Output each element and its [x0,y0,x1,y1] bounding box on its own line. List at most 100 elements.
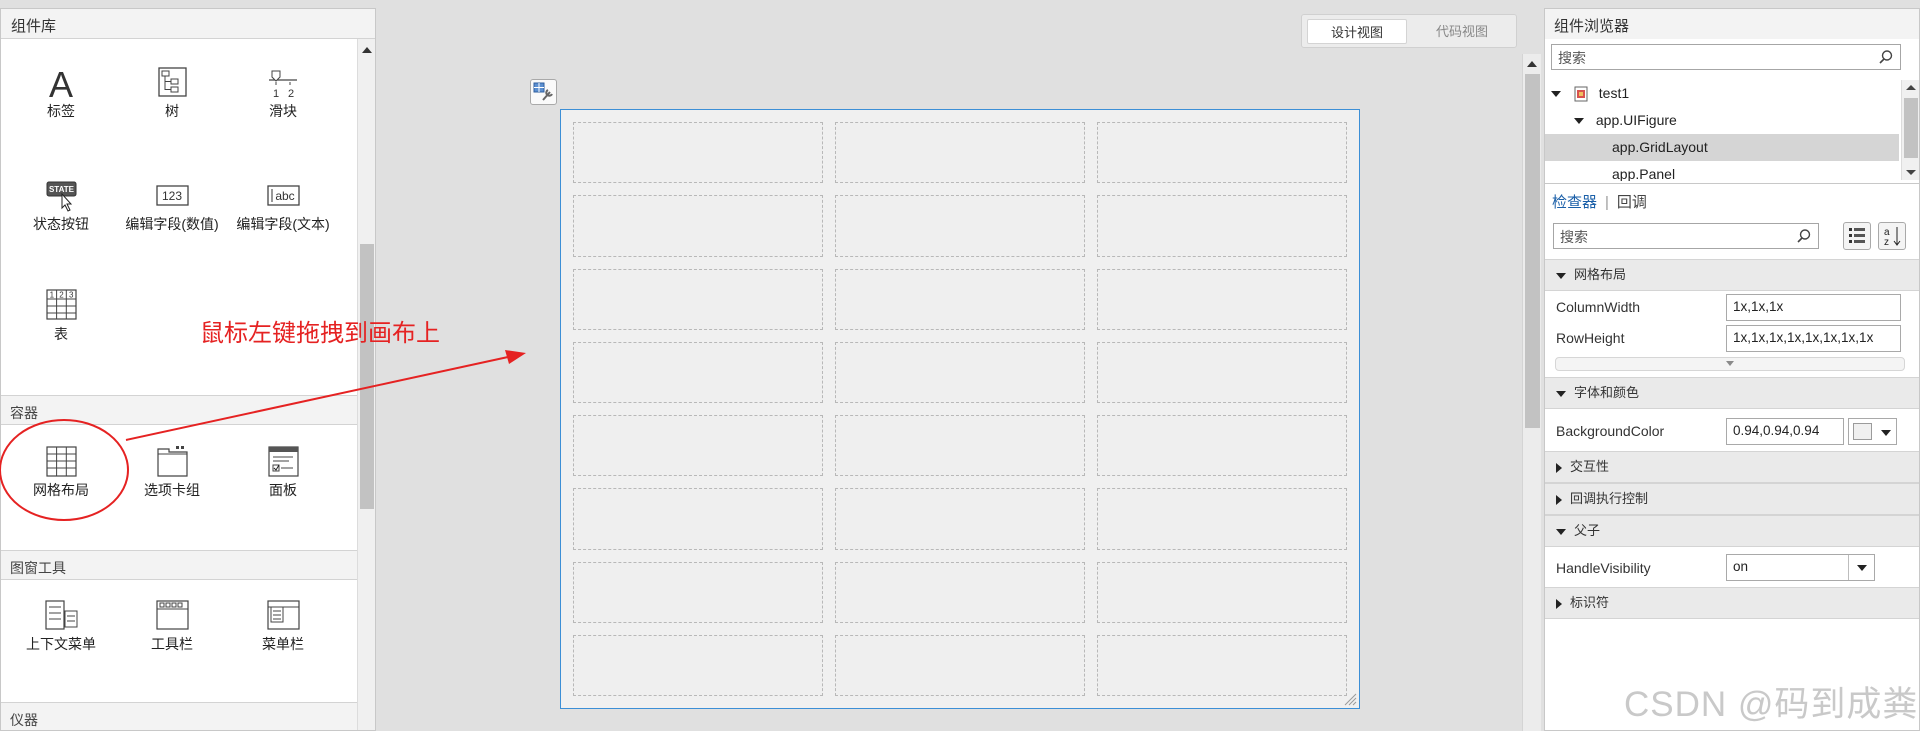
group-identifiers[interactable]: 标识符 [1545,587,1919,619]
component-text-field-text: 编辑字段(文本) [236,216,330,232]
scrollbar-thumb[interactable] [1525,74,1540,428]
group-callback-exec[interactable]: 回调执行控制 [1545,483,1919,515]
grid-cell[interactable] [573,268,823,330]
group-view-button[interactable] [1843,222,1871,250]
grid-cell[interactable] [573,122,823,184]
component-tab-group[interactable]: 选项卡组 [117,443,227,500]
group-parent-child[interactable]: 父子 [1545,515,1919,547]
bgcolor-swatch-picker[interactable] [1848,418,1897,445]
group-interactivity[interactable]: 交互性 [1545,451,1919,483]
collapse-caret-icon[interactable] [1556,598,1562,609]
annotation-arrowhead-icon [505,350,526,364]
library-scrollbar[interactable] [357,39,375,730]
grid-cell[interactable] [573,195,823,257]
grid-cell[interactable] [1097,195,1347,257]
scroll-up-arrow-icon[interactable] [1906,85,1916,90]
group-font-color[interactable]: 字体和颜色 [1545,377,1919,409]
tree-scrollbar[interactable] [1901,80,1919,180]
component-table[interactable]: 1 2 3 表 [6,287,116,344]
expand-caret-icon[interactable] [1556,390,1566,397]
grid-cell[interactable] [1097,268,1347,330]
grid-layout-icon [46,446,77,477]
toolbar-icon [156,600,189,630]
canvas-tool-button[interactable] [530,79,557,105]
state-icon-text: STATE [49,185,75,194]
grid-cell[interactable] [835,634,1085,696]
collapse-caret-icon[interactable] [1556,462,1562,473]
resize-grip-icon[interactable] [1343,692,1357,706]
grid-cell[interactable] [835,122,1085,184]
component-slider[interactable]: 1 2 滑块 [228,64,338,121]
tree-node-label: app.GridLayout [1612,139,1708,155]
tree-node-panel[interactable]: app.Panel [1545,161,1899,181]
grid-cell[interactable] [573,634,823,696]
component-label[interactable]: A 标签 [6,64,116,121]
tree-node-uifigure[interactable]: app.UIFigure [1545,107,1899,134]
expand-caret-icon[interactable] [1556,528,1566,535]
tree-node-gridlayout[interactable]: app.GridLayout [1545,134,1899,161]
scroll-up-arrow-icon[interactable] [362,47,372,53]
show-more-bar[interactable] [1555,357,1905,371]
expand-caret-icon[interactable] [1551,91,1561,98]
design-canvas[interactable] [560,109,1360,709]
context-menu-icon [45,600,78,630]
scroll-up-arrow-icon[interactable] [1527,61,1537,67]
sort-az-button[interactable]: a z [1878,222,1906,250]
component-state-button[interactable]: STATE 状态按钮 [6,177,116,234]
component-menubar[interactable]: 菜单栏 [228,597,338,654]
grid-cell[interactable] [1097,488,1347,550]
section-figure-tools: 图窗工具 [1,550,357,580]
grid-cell[interactable] [1097,415,1347,477]
table-icon: 1 2 3 [46,289,77,320]
inspector-search-input[interactable]: 搜索 [1553,223,1819,249]
scrollbar-thumb[interactable] [1904,98,1918,158]
grid-cell[interactable] [573,488,823,550]
grid-cell[interactable] [1097,634,1347,696]
prop-bgcolor-field[interactable]: 0.94,0.94,0.94 [1726,418,1844,445]
tab-inspector[interactable]: 检查器 [1552,194,1597,211]
tree-node-label: app.UIFigure [1595,112,1677,128]
component-context-menu-text: 上下文菜单 [26,636,96,652]
grid-cell[interactable] [1097,561,1347,623]
prop-rowheight-field[interactable]: 1x,1x,1x,1x,1x,1x,1x,1x [1726,325,1901,352]
grid-cell[interactable] [573,415,823,477]
component-text-field[interactable]: abc 编辑字段(文本) [228,177,338,234]
prop-handlevisibility-dropdown[interactable]: on [1726,554,1875,581]
group-callback-exec-label: 回调执行控制 [1570,491,1649,506]
grid-cell[interactable] [573,341,823,403]
scrollbar-thumb[interactable] [360,244,374,509]
browser-search-input[interactable]: 搜索 [1551,44,1901,70]
expand-caret-icon[interactable] [1556,272,1566,279]
grid-cell[interactable] [835,488,1085,550]
grid-cell[interactable] [573,561,823,623]
slider-icon: 1 2 [269,70,297,100]
grid-cell[interactable] [835,341,1085,403]
component-grid-layout[interactable]: 网格布局 [6,443,116,500]
component-numeric-field[interactable]: 123 编辑字段(数值) [117,177,227,234]
collapse-caret-icon[interactable] [1556,494,1562,505]
component-panel[interactable]: 面板 [228,443,338,500]
scroll-down-arrow-icon[interactable] [1906,170,1916,175]
component-grid-layout-text: 网格布局 [33,482,89,498]
grid-cell[interactable] [1097,341,1347,403]
code-view-button[interactable]: 代码视图 [1412,19,1512,44]
grid-cell[interactable] [835,415,1085,477]
group-grid-layout[interactable]: 网格布局 [1545,259,1919,291]
component-panel-text: 面板 [269,482,297,498]
component-toolbar[interactable]: 工具栏 [117,597,227,654]
label-A-icon: A [49,64,73,100]
component-tree[interactable]: 树 [117,64,227,121]
design-view-button[interactable]: 设计视图 [1307,19,1407,44]
tab-callback[interactable]: 回调 [1617,194,1647,211]
wrench-grid-icon [533,82,553,101]
component-context-menu[interactable]: 上下文菜单 [6,597,116,654]
canvas-scrollbar[interactable] [1522,54,1541,731]
grid-cell[interactable] [835,561,1085,623]
grid-cell[interactable] [835,195,1085,257]
tree-node-test1[interactable]: test1 [1545,80,1899,107]
prop-columnwidth-field[interactable]: 1x,1x,1x [1726,294,1901,321]
grid-cell[interactable] [1097,122,1347,184]
expand-caret-icon[interactable] [1574,118,1584,125]
table-icon-digit-3: 3 [69,291,74,300]
grid-cell[interactable] [835,268,1085,330]
